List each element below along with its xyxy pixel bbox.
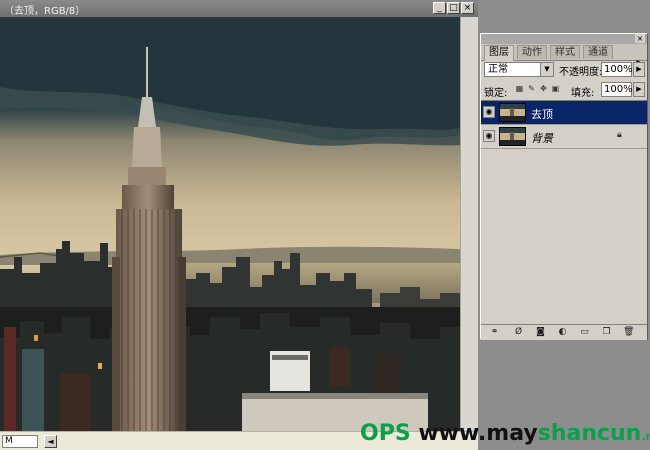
document-titlebar[interactable]: （去顶，RGB/8） _ □ × (0, 0, 478, 17)
vertical-scrollbar[interactable] (460, 17, 478, 431)
lock-icon: 🔒︎ (617, 130, 622, 140)
fill-field[interactable]: 100% (601, 82, 633, 97)
scroll-left-arrow-icon[interactable]: ◄ (44, 435, 57, 448)
layers-list: ◉ 去顶 ◉ 背景 🔒︎ (481, 100, 647, 325)
tab-styles[interactable]: 样式 (550, 45, 580, 59)
transparency-lock-icon[interactable]: ▦ (515, 84, 524, 94)
blend-mode-select[interactable]: 正常 ▼ (484, 62, 554, 77)
layer-name: 背景 (531, 132, 553, 145)
palette-tabs: 图层 动作 样式 通道 ▸ (481, 44, 647, 66)
layer-thumbnail (499, 103, 526, 122)
palette-bottom-toolbar: ⚭ Ø ◙ ◐ ▭ ❐ 🗑︎ (481, 324, 647, 340)
brush-lock-icon[interactable]: ✎ (527, 84, 536, 94)
image-canvas[interactable] (0, 17, 460, 431)
zoom-field[interactable]: M (2, 435, 38, 448)
opacity-field[interactable]: 100% (601, 62, 633, 77)
watermark-shancun: shancun (537, 421, 642, 446)
palette-titlebar[interactable]: × (481, 34, 647, 44)
layers-palette: × 图层 动作 样式 通道 ▸ 正常 ▼ 不透明度: 100% ▶ 锁定: ▦ … (480, 33, 648, 340)
opacity-label: 不透明度: (559, 67, 603, 78)
eye-icon[interactable]: ◉ (483, 130, 495, 142)
folder-icon[interactable]: ▭ (579, 327, 590, 338)
eye-icon[interactable]: ◉ (483, 106, 495, 118)
blend-mode-value: 正常 (488, 64, 508, 75)
palette-close-icon[interactable]: × (635, 34, 645, 43)
chevron-down-icon[interactable]: ▼ (540, 63, 553, 76)
document-title: （去顶，RGB/8） (4, 6, 86, 17)
link-icon[interactable]: ⚭ (489, 327, 500, 338)
lock-label: 锁定: (484, 88, 508, 99)
adjustment-icon[interactable]: ◐ (557, 327, 568, 338)
layer-row[interactable]: ◉ 背景 🔒︎ (481, 125, 647, 149)
watermark-www: www. (418, 421, 487, 446)
city-photo (0, 17, 460, 431)
fill-label: 填充: (571, 88, 595, 99)
minimize-button[interactable]: _ (433, 2, 446, 14)
move-lock-icon[interactable]: ✥ (539, 84, 548, 94)
watermark-site: may (486, 421, 538, 446)
tab-layers[interactable]: 图层 (484, 45, 514, 61)
fill-slider-arrow-icon[interactable]: ▶ (633, 82, 645, 97)
trash-icon[interactable]: 🗑︎ (623, 327, 634, 338)
tab-actions[interactable]: 动作 (517, 45, 547, 59)
fx-icon[interactable]: Ø (513, 327, 524, 338)
layer-thumbnail (499, 127, 526, 146)
maximize-button[interactable]: □ (447, 2, 460, 14)
watermark-net: .net (641, 430, 650, 443)
opacity-slider-arrow-icon[interactable]: ▶ (633, 62, 645, 77)
tab-channels[interactable]: 通道 (583, 45, 613, 59)
mask-icon[interactable]: ◙ (535, 327, 546, 338)
padlock-icon[interactable]: ▣ (551, 84, 560, 94)
layer-row[interactable]: ◉ 去顶 (481, 101, 647, 125)
watermark: OPS www.mayshancun.net (360, 421, 650, 446)
layer-name: 去顶 (531, 108, 553, 121)
close-button[interactable]: × (461, 2, 474, 14)
watermark-ops: OPS (360, 421, 411, 446)
new-layer-icon[interactable]: ❐ (601, 327, 612, 338)
